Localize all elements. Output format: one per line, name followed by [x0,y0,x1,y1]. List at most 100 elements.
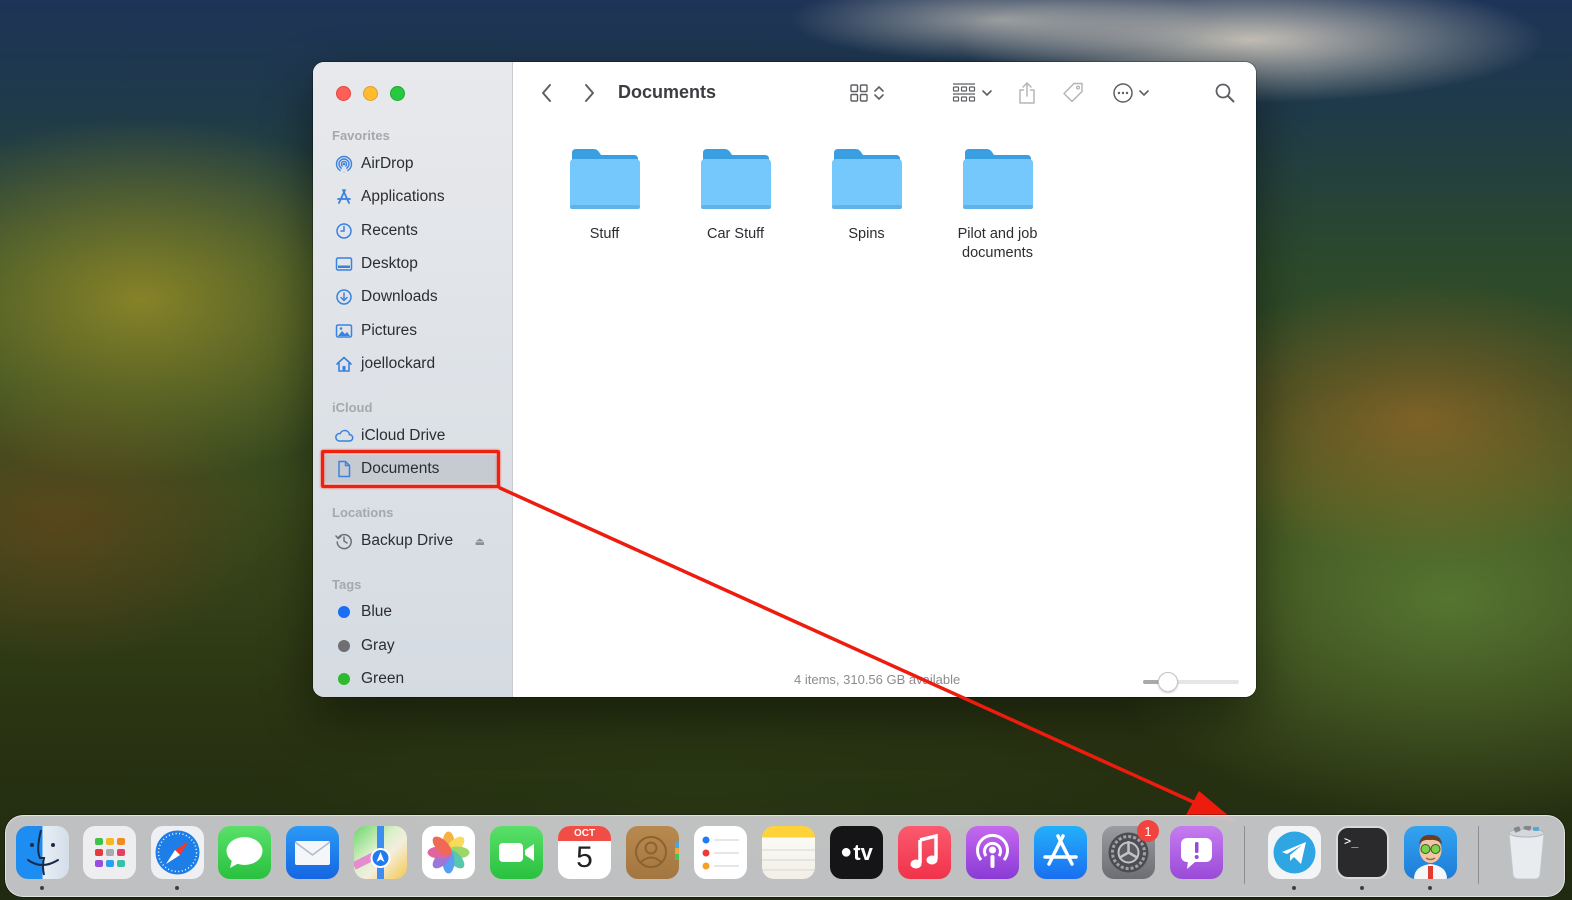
window-title: Documents [618,82,717,102]
dock-app-store[interactable] [1034,826,1087,879]
clock-icon [334,221,354,241]
dock: OCT 5 ● tv 1 >_ [5,815,1565,897]
running-indicator [1360,886,1364,890]
folder-icon [700,149,771,209]
sidebar-tag-blue[interactable]: Blue [321,598,499,626]
mail-icon [294,841,331,865]
dock-telegram[interactable] [1268,826,1321,879]
search-button[interactable] [1213,80,1237,106]
minimize-button[interactable] [363,86,378,101]
sidebar-item-label: AirDrop [361,155,414,172]
tag-dot-icon [334,669,354,689]
sidebar-item-recents[interactable]: Recents [321,217,499,245]
sidebar: Favorites AirDrop Applications Recents D… [313,62,513,697]
sidebar-item-applications[interactable]: Applications [321,183,499,211]
slider-thumb[interactable] [1158,672,1178,692]
dock-notes[interactable] [762,826,815,879]
dock-calendar[interactable]: OCT 5 [558,826,611,879]
tv-label: tv [853,839,873,865]
dock-finder[interactable] [16,826,69,879]
airdrop-icon [334,154,354,174]
sidebar-item-label: Green [361,670,405,687]
dock-podcasts[interactable] [966,826,1019,879]
notification-badge: 1 [1137,820,1159,842]
sidebar-item-pictures[interactable]: Pictures [321,317,499,345]
more-actions-button[interactable] [1109,80,1153,106]
dock-facetime[interactable] [490,826,543,879]
folder-icon [569,149,640,209]
sidebar-item-airdrop[interactable]: AirDrop [321,150,499,178]
folder-item[interactable]: Spins [801,147,932,263]
dock-terminal[interactable]: >_ [1336,826,1389,879]
trash-full-icon [1508,826,1545,879]
folder-item[interactable]: Pilot and job documents [932,147,1063,263]
section-tags: Tags [332,577,362,592]
tag-icon [1063,82,1083,103]
sidebar-item-icloud-drive[interactable]: iCloud Drive [321,422,499,450]
dock-tv[interactable]: ● tv [830,826,883,879]
finder-icon [27,829,59,876]
folder-item[interactable]: Stuff [539,147,670,263]
podcasts-icon [976,833,1009,868]
tag-button[interactable] [1061,80,1085,106]
dock-safari[interactable] [151,826,204,879]
photos-icon [427,831,470,874]
forward-button[interactable] [579,80,599,106]
dock-feedback-assistant[interactable] [1170,826,1223,879]
section-locations: Locations [332,505,394,520]
sidebar-item-label: iCloud Drive [361,427,446,444]
icon-size-slider[interactable] [1143,672,1239,692]
dock-messages[interactable] [218,826,271,879]
window-controls [336,86,405,101]
eject-button[interactable]: ⏏ [475,535,485,548]
dock-launchpad[interactable] [83,826,136,879]
sidebar-item-label: Backup Drive [361,532,454,549]
sidebar-item-home[interactable]: joellockard [321,350,499,378]
applications-icon [334,187,354,207]
desktop-icon [334,254,354,274]
messages-icon [226,837,263,868]
dock-separator [1244,826,1245,884]
pictures-icon [334,321,354,341]
chevron-down-icon [1139,90,1149,97]
tag-dot-icon [334,636,354,656]
calendar-day: 5 [576,841,593,874]
dock-trash[interactable] [1500,826,1553,879]
sidebar-tag-gray[interactable]: Gray [321,632,499,660]
folder-icon [831,149,902,209]
safari-icon [155,830,200,875]
dock-maps[interactable] [354,826,407,879]
maximize-button[interactable] [390,86,405,101]
folder-name: Spins [848,226,885,242]
document-icon [334,459,354,479]
group-by-button[interactable] [950,80,994,106]
dock-character-app[interactable] [1404,826,1457,879]
reminders-icon [702,836,739,870]
telegram-icon [1273,831,1316,874]
forward-chevron-icon [585,84,594,102]
section-favorites: Favorites [332,128,390,143]
calendar-month: OCT [558,826,611,841]
dock-music[interactable] [898,826,951,879]
dock-photos[interactable] [422,826,475,879]
folder-item[interactable]: Car Stuff [670,147,801,263]
sidebar-item-label: Desktop [361,255,418,272]
sidebar-tag-green[interactable]: Green [321,665,499,693]
share-button[interactable] [1016,80,1038,106]
sidebar-item-documents[interactable]: Documents [321,455,499,483]
sidebar-item-desktop[interactable]: Desktop [321,250,499,278]
sidebar-item-downloads[interactable]: Downloads [321,283,499,311]
sidebar-item-label: Blue [361,603,393,620]
maps-icon [354,826,391,879]
sidebar-item-backup-drive[interactable]: Backup Drive ⏏ [321,527,499,555]
dock-contacts[interactable] [626,826,679,879]
up-down-chevron-icon [874,85,884,101]
close-button[interactable] [336,86,351,101]
icon-grid-icon [850,84,868,102]
dock-mail[interactable] [286,826,339,879]
notes-icon [762,849,815,871]
back-button[interactable] [537,80,557,106]
running-indicator [1428,886,1432,890]
dock-reminders[interactable] [694,826,747,879]
view-mode-button[interactable] [845,80,889,106]
